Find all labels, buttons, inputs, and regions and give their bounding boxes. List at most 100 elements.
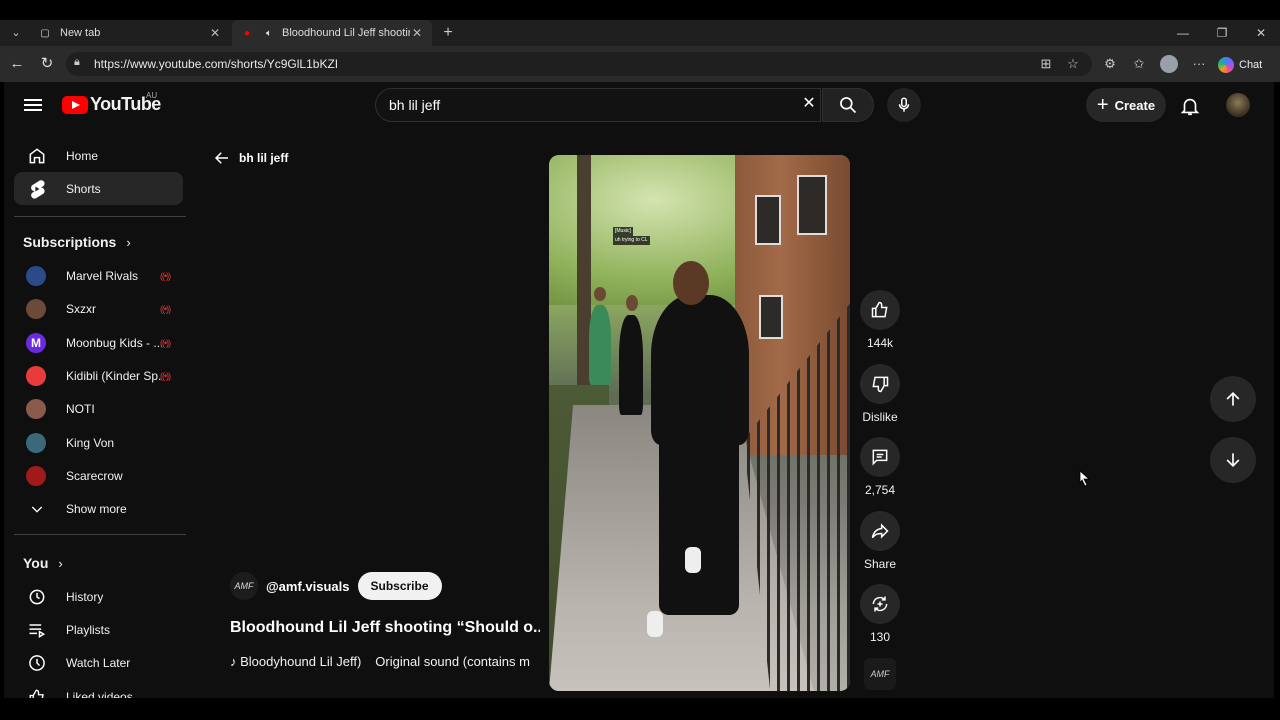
video-caption: [Music] uh trying to CL	[613, 227, 650, 245]
arrow-up-icon	[1226, 391, 1240, 406]
sidebar-item-subscription[interactable]: Sxzxr ((•))	[14, 292, 183, 325]
refresh-icon[interactable]: ↻	[37, 54, 57, 74]
live-indicator-icon: ((•))	[160, 370, 171, 381]
sidebar-item-history[interactable]: History	[14, 580, 183, 613]
sidebar-item-label: Kidibli (Kinder Sp...	[66, 368, 162, 383]
minimize-icon[interactable]: —	[1168, 23, 1198, 43]
copilot-chat-button[interactable]: Chat	[1218, 54, 1274, 76]
channel-row: AMF @amf.visuals Subscribe	[230, 572, 442, 600]
sidebar-item-liked-videos[interactable]: Liked videos	[14, 680, 183, 698]
search-input[interactable]: bh lil jeff	[375, 88, 821, 122]
browser-profile-avatar[interactable]	[1160, 55, 1178, 73]
remix-button[interactable]	[860, 584, 900, 624]
sidebar-item-label: Shorts	[66, 181, 101, 196]
extensions-icon[interactable]: ⚙	[1100, 54, 1120, 74]
restore-icon[interactable]: ❐	[1207, 23, 1237, 43]
subscribe-button[interactable]: Subscribe	[357, 572, 442, 600]
account-avatar[interactable]	[1226, 93, 1250, 117]
caption-line: [Music]	[613, 227, 633, 236]
sidebar-item-subscription[interactable]: King Von	[14, 426, 183, 459]
back-arrow-icon	[214, 152, 228, 164]
video-scene-person-head	[626, 295, 638, 311]
back-arrow-icon[interactable]: ←	[7, 54, 27, 74]
browser-toolbar: ← ↻ 🔒︎ https://www.youtube.com/shorts/Yc…	[0, 46, 1280, 82]
sidebar-item-label: Scarecrow	[66, 468, 123, 483]
tab-list-chevron-icon[interactable]: ⌄	[6, 23, 26, 43]
live-indicator-icon: ((•))	[160, 303, 171, 314]
sidebar-item-subscription[interactable]: NOTI	[14, 392, 183, 425]
sidebar-item-label: Watch Later	[66, 655, 131, 670]
chevron-right-icon: ›	[58, 555, 63, 571]
favorites-icon[interactable]: ✩	[1129, 54, 1149, 74]
sidebar-item-subscription[interactable]: Marvel Rivals ((•))	[14, 259, 183, 292]
video-scene-person-head	[594, 287, 606, 301]
back-to-search-link[interactable]: bh lil jeff	[213, 149, 288, 167]
video-scene-window	[755, 195, 781, 245]
thumbs-down-icon	[872, 376, 889, 393]
previous-short-button[interactable]	[1210, 376, 1256, 422]
dislike-label: Dislike	[862, 410, 898, 424]
youtube-logo[interactable]: YouTube AU	[62, 91, 161, 115]
sidebar-item-home[interactable]: Home	[14, 139, 183, 172]
app-available-icon[interactable]: ⊞	[1036, 54, 1056, 74]
favorite-star-icon[interactable]: ☆	[1063, 54, 1083, 74]
dislike-button[interactable]	[860, 364, 900, 404]
video-scene-person	[589, 305, 611, 385]
voice-search-button[interactable]	[887, 88, 921, 122]
close-tab-icon[interactable]: ✕	[410, 26, 424, 40]
channel-avatar	[26, 432, 46, 453]
sound-name: Original sound (contains m	[375, 654, 530, 669]
chevron-right-icon: ›	[126, 234, 131, 250]
share-label: Share	[863, 557, 897, 571]
notifications-bell-icon[interactable]	[1179, 95, 1201, 117]
you-header[interactable]: You ›	[23, 555, 63, 571]
plus-icon: +	[1096, 94, 1109, 116]
close-window-icon[interactable]: ✕	[1246, 23, 1276, 43]
address-bar[interactable]: 🔒︎ https://www.youtube.com/shorts/Yc9GlL…	[66, 52, 1092, 76]
next-short-button[interactable]	[1210, 437, 1256, 483]
sidebar-item-subscription[interactable]: Scarecrow	[14, 459, 183, 492]
microphone-icon	[898, 97, 910, 112]
playlists-icon	[26, 619, 48, 641]
menu-icon[interactable]	[24, 96, 42, 114]
sound-channel-thumbnail[interactable]: AMF	[864, 658, 896, 690]
channel-avatar[interactable]: AMF	[230, 572, 258, 600]
tab-youtube[interactable]: ● 🔈︎ Bloodhound Lil Jeff shooting ✕	[232, 20, 432, 46]
arrow-down-icon	[1226, 453, 1240, 468]
search-button[interactable]	[822, 88, 874, 122]
sidebar-item-subscription[interactable]: M Moonbug Kids - ... ((•))	[14, 326, 183, 359]
channel-avatar	[26, 398, 46, 419]
share-button[interactable]	[860, 511, 900, 551]
copilot-icon	[1218, 57, 1234, 73]
tab-new-tab[interactable]: ▢ New tab ✕	[30, 20, 230, 46]
sound-artist: ♪ Bloodyhound Lil Jeff)	[230, 654, 362, 669]
sidebar-item-watch-later[interactable]: Watch Later	[14, 646, 183, 679]
live-indicator-icon: ((•))	[160, 337, 171, 348]
video-title[interactable]: Bloodhound Lil Jeff shooting “Should o..…	[230, 619, 540, 637]
comment-count: 2,754	[864, 483, 896, 497]
subscriptions-header[interactable]: Subscriptions ›	[23, 234, 131, 250]
more-options-icon[interactable]: ···	[1189, 54, 1209, 74]
create-button[interactable]: + Create	[1086, 88, 1166, 122]
sidebar-item-label: Liked videos	[66, 689, 133, 699]
comments-button[interactable]	[860, 437, 900, 477]
channel-handle[interactable]: @amf.visuals	[266, 579, 350, 594]
sidebar-item-subscription[interactable]: Kidibli (Kinder Sp... ((•))	[14, 359, 183, 392]
shorts-video-player[interactable]: [Music] uh trying to CL	[549, 155, 850, 691]
chat-label: Chat	[1239, 59, 1263, 71]
clear-search-icon[interactable]: ✕	[800, 95, 818, 113]
video-scene-window	[797, 175, 827, 235]
sidebar-item-playlists[interactable]: Playlists	[14, 613, 183, 646]
close-tab-icon[interactable]: ✕	[208, 26, 222, 40]
back-label: bh lil jeff	[239, 151, 289, 165]
comment-icon	[872, 449, 888, 466]
speaker-icon[interactable]: 🔈︎	[262, 26, 276, 40]
video-scene-window	[759, 295, 783, 339]
show-more-button[interactable]: Show more	[14, 492, 183, 525]
sound-row[interactable]: ♪ Bloodyhound Lil Jeff) Original sound (…	[230, 654, 538, 669]
new-tab-plus-icon[interactable]: +	[438, 23, 458, 43]
like-button[interactable]	[860, 290, 900, 330]
share-icon	[871, 523, 889, 539]
sidebar-item-shorts[interactable]: Shorts	[14, 172, 183, 205]
channel-avatar	[26, 265, 46, 286]
